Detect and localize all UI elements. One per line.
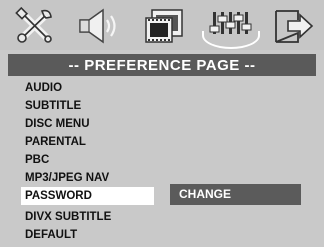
- submenu-option-change[interactable]: CHANGE: [170, 184, 301, 205]
- menu-item-pbc[interactable]: PBC: [21, 151, 151, 169]
- menu-item-password[interactable]: PASSWORD: [21, 187, 154, 205]
- menu-item-divx-subtitle[interactable]: DIVX SUBTITLE: [21, 208, 151, 226]
- tools-icon[interactable]: [12, 6, 58, 46]
- page-title: -- PREFERENCE PAGE --: [8, 54, 316, 76]
- menu-item-audio[interactable]: AUDIO: [21, 79, 151, 97]
- menu-item-mp3-jpeg-nav[interactable]: MP3/JPEG NAV: [21, 169, 151, 187]
- preference-screen: -- PREFERENCE PAGE -- AUDIO SUBTITLE DIS…: [0, 0, 324, 247]
- preference-icon[interactable]: [202, 6, 260, 49]
- exit-icon[interactable]: [270, 6, 316, 46]
- menu-item-disc-menu[interactable]: DISC MENU: [21, 115, 151, 133]
- icon-toolbar: [0, 0, 324, 50]
- menu-item-default[interactable]: DEFAULT: [21, 226, 151, 244]
- menu-item-parental[interactable]: PARENTAL: [21, 133, 151, 151]
- speaker-icon[interactable]: [74, 6, 120, 46]
- menu-item-subtitle[interactable]: SUBTITLE: [21, 97, 151, 115]
- film-icon[interactable]: [142, 6, 188, 46]
- preference-menu: AUDIO SUBTITLE DISC MENU PARENTAL PBC MP…: [21, 79, 154, 244]
